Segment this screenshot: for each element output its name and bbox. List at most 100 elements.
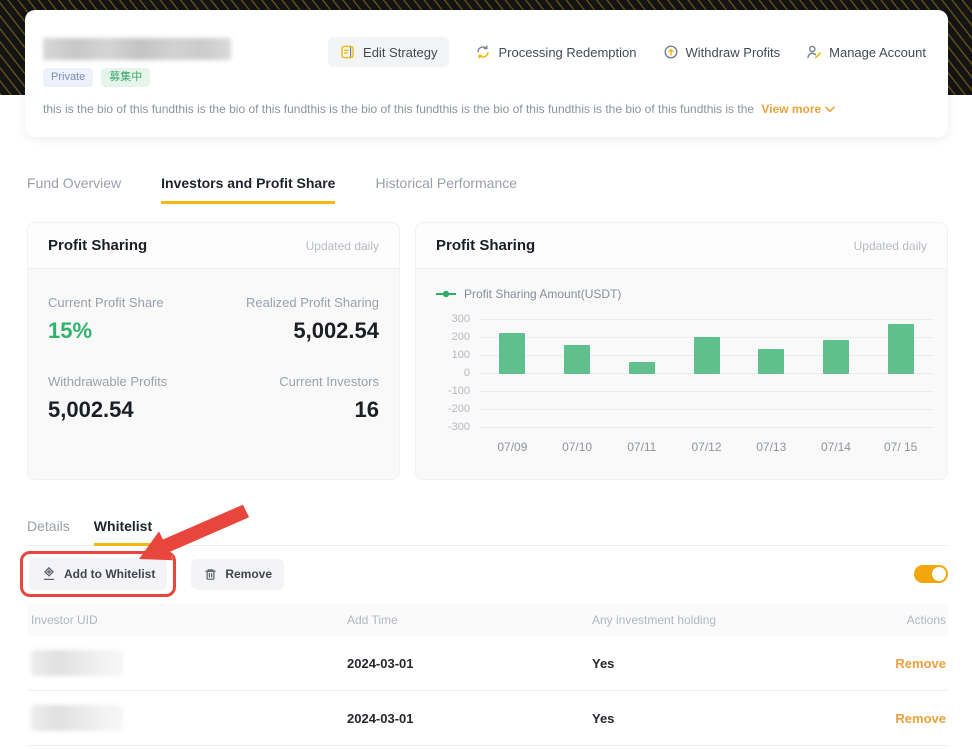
trash-icon [203,567,218,582]
column-actions: Actions [858,613,948,627]
x-tick-label: 07/10 [545,440,610,454]
column-any-investment-holding: Any investment holding [590,613,858,627]
manage-account-label: Manage Account [829,45,926,60]
chart-legend[interactable]: Profit Sharing Amount(USDT) [436,287,933,301]
tab-whitelist[interactable]: Whitelist [94,518,152,546]
holding-cell: Yes [590,711,858,726]
annotation-highlight-box: Add to Whitelist [20,551,176,597]
x-tick-label: 07/ 15 [868,440,933,454]
add-to-whitelist-label: Add to Whitelist [64,567,155,581]
stat-realized-profit-sharing: Realized Profit Sharing 5,002.54 [214,295,380,344]
manage-account-icon [806,44,822,60]
bar-cell [545,319,610,428]
profit-sharing-chart-card: Profit Sharing Updated daily Profit Shar… [415,222,948,480]
y-tick-label: 100 [452,349,470,361]
fund-header-card: Private 募集中 Edit Strategy Processing Red… [25,10,948,137]
detail-tabs: Details Whitelist [27,518,948,546]
bar-chart-plot [480,319,933,428]
investor-uid-redacted [31,705,123,731]
bar-cell [804,319,869,428]
edit-strategy-icon [340,44,356,60]
stats-card-header: Profit Sharing Updated daily [28,223,399,269]
tab-historical-performance[interactable]: Historical Performance [375,175,517,204]
withdraw-profits-icon [663,44,679,60]
page: Private 募集中 Edit Strategy Processing Red… [0,0,972,749]
bar-07-14 [823,340,849,374]
stats-card-title: Profit Sharing [48,237,147,254]
bar-07--15 [888,324,914,374]
bar-cell [674,319,739,428]
bar-cell [739,319,804,428]
withdraw-profits-button[interactable]: Withdraw Profits [663,44,781,60]
add-time-cell: 2024-03-01 [345,656,590,671]
bar-07-13 [758,349,784,374]
investor-uid-cell [27,650,345,676]
tab-investors-and-profit-share[interactable]: Investors and Profit Share [161,175,335,204]
view-more-link[interactable]: View more [761,102,835,116]
edit-strategy-button[interactable]: Edit Strategy [328,37,449,67]
chart-card-title: Profit Sharing [436,237,535,254]
bar-07-12 [694,337,720,374]
stat-label: Withdrawable Profits [48,374,214,389]
manage-account-button[interactable]: Manage Account [806,44,926,60]
investor-uid-redacted [31,650,123,676]
stat-label: Current Investors [214,374,380,389]
bar-cell [609,319,674,428]
view-more-label: View more [761,102,821,116]
y-tick-label: -100 [448,385,470,397]
row-remove-link[interactable]: Remove [895,656,946,671]
add-time-cell: 2024-03-01 [345,711,590,726]
processing-redemption-icon [475,44,491,60]
main-tabs: Fund Overview Investors and Profit Share… [27,175,517,204]
y-tick-label: 300 [452,313,470,325]
y-tick-label: -200 [448,403,470,415]
cards-row: Profit Sharing Updated daily Current Pro… [27,222,948,480]
toggle-knob [932,567,946,581]
whitelist-section: Details Whitelist Add to Whitelist Remo [27,518,948,746]
chart-area: 3002001000-100-200-300 [436,319,933,428]
x-axis: 07/0907/1007/1107/1207/1307/1407/ 15 [480,440,933,454]
fund-bio: this is the bio of this fundthis is the … [43,102,754,116]
bar-07-11 [629,362,655,374]
profit-sharing-stats-card: Profit Sharing Updated daily Current Pro… [27,222,400,480]
processing-redemption-button[interactable]: Processing Redemption [475,44,636,60]
bar-07-09 [499,333,525,374]
remove-button[interactable]: Remove [191,559,284,590]
column-add-time: Add Time [345,613,590,627]
add-to-whitelist-icon [41,566,57,582]
fund-name-redacted [43,38,231,60]
remove-button-label: Remove [225,567,272,581]
chevron-down-icon [825,106,835,113]
stat-withdrawable-profits: Withdrawable Profits 5,002.54 [48,374,214,423]
chart-card-header: Profit Sharing Updated daily [416,223,947,269]
bar-chart: Profit Sharing Amount(USDT) 300 200 100 0 -1… [416,269,947,454]
whitelist-toolbar: Add to Whitelist Remove [27,553,948,595]
recruiting-badge: 募集中 [101,68,150,87]
stat-label: Realized Profit Sharing [214,295,380,310]
stats-grid: Current Profit Share 15% Realized Profit… [28,269,399,449]
tab-details[interactable]: Details [27,518,70,546]
fund-bio-row: this is the bio of this fundthis is the … [43,102,933,116]
table-row: 2024-03-01 Yes Remove [27,691,948,746]
y-tick-label: -300 [448,421,470,433]
y-tick-label: 200 [452,331,470,343]
bars [480,319,933,428]
column-investor-uid: Investor UID [27,613,345,627]
y-axis: 3002001000-100-200-300 [436,319,470,428]
withdraw-profits-label: Withdraw Profits [686,45,781,60]
x-tick-label: 07/12 [674,440,739,454]
stat-value: 5,002.54 [48,397,214,423]
y-tick-label: 0 [464,367,470,379]
table-row: 2024-03-01 Yes Remove [27,636,948,691]
private-badge: Private [43,68,93,87]
bar-07-10 [564,345,590,374]
whitelist-toggle[interactable] [914,565,948,583]
stats-card-updated: Updated daily [306,239,379,253]
processing-redemption-label: Processing Redemption [498,45,636,60]
stat-label: Current Profit Share [48,295,214,310]
add-to-whitelist-button[interactable]: Add to Whitelist [29,558,167,590]
legend-marker-icon [436,290,456,298]
tab-fund-overview[interactable]: Fund Overview [27,175,121,204]
x-tick-label: 07/09 [480,440,545,454]
row-remove-link[interactable]: Remove [895,711,946,726]
